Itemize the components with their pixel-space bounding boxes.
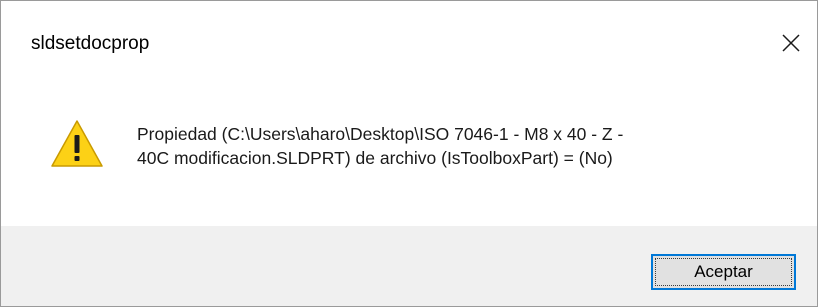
ok-button[interactable]: Aceptar — [651, 254, 796, 290]
dialog-message: Propiedad (C:\Users\aharo\Desktop\ISO 70… — [137, 124, 624, 168]
dialog-footer: Aceptar — [1, 226, 817, 306]
warning-icon — [51, 120, 103, 167]
title-bar[interactable]: sldsetdocprop — [1, 1, 817, 83]
dialog-content: Propiedad (C:\Users\aharo\Desktop\ISO 70… — [1, 83, 817, 226]
message-dialog: sldsetdocprop Propiedad (C:\Users\aharo\… — [0, 0, 818, 307]
close-button[interactable] — [765, 21, 817, 65]
dialog-title: sldsetdocprop — [31, 33, 150, 54]
close-icon — [782, 34, 800, 52]
